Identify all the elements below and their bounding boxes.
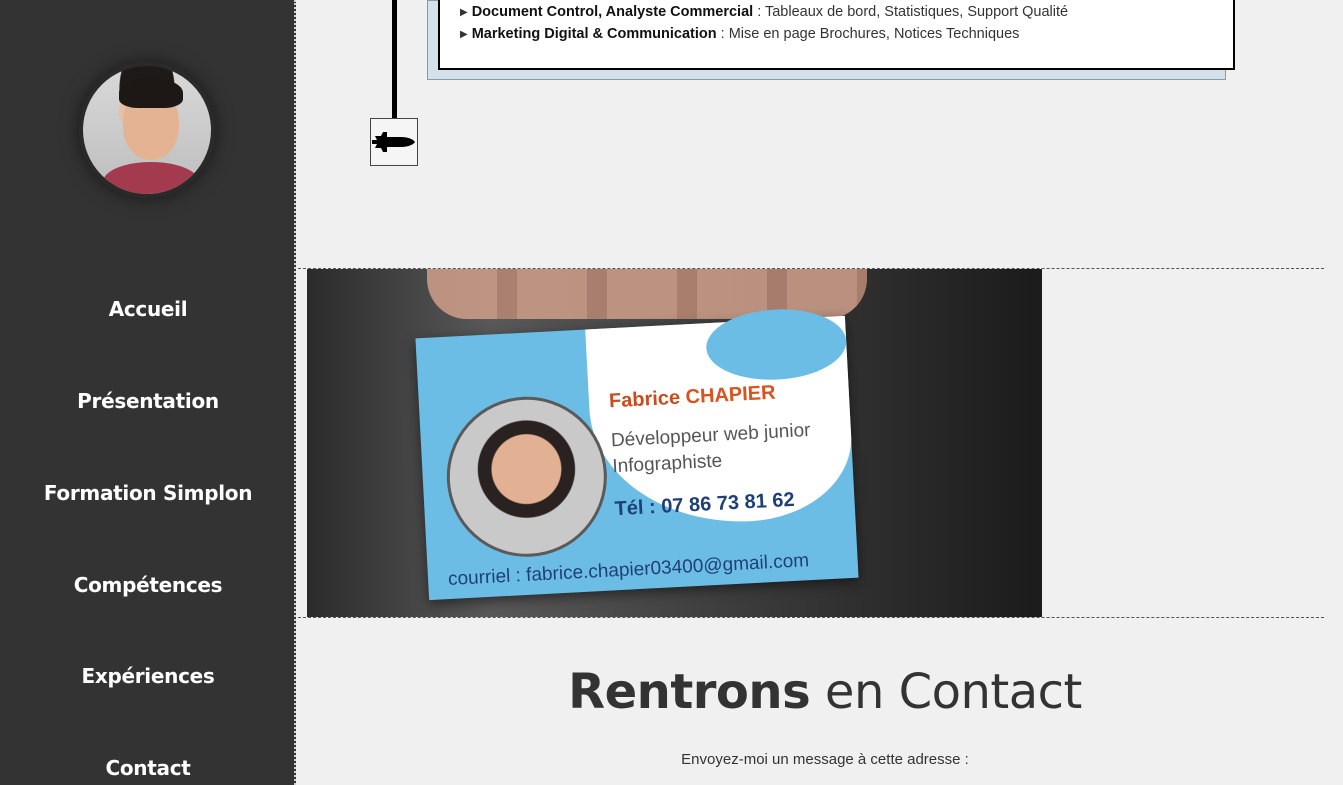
experience-detail: : Mise en page Brochures, Notices Techni… [716, 26, 1020, 42]
bullet-triangle-icon: ▶ [460, 7, 468, 18]
nav-item-experiences[interactable]: Expériences [0, 664, 296, 688]
card-role: Développeur web junior Infographiste [610, 418, 812, 480]
card-email: courriel : fabrice.chapier03400@gmail.co… [447, 550, 810, 591]
sidebar: Accueil Présentation Formation Simplon C… [0, 0, 296, 785]
nav-item-competences[interactable]: Compétences [0, 573, 296, 597]
business-card-banner: Fabrice CHAPIER Développeur web junior I… [307, 269, 1042, 617]
nav-item-presentation[interactable]: Présentation [0, 389, 296, 413]
card-photo [442, 392, 611, 561]
timeline-line [392, 0, 397, 120]
contact-title-bold: Rentrons [568, 664, 811, 720]
bullet-triangle-icon: ▶ [460, 29, 468, 40]
profile-avatar [79, 62, 215, 198]
card-last-name: CHAPIER [685, 381, 777, 409]
contact-text: Envoyez-moi un message à cette adresse : [681, 751, 969, 768]
avatar-hair [119, 78, 183, 108]
rocket-icon [370, 118, 418, 166]
contact-title-rest: en Contact [810, 664, 1082, 720]
card-first-name: Fabrice [608, 386, 687, 413]
nav-item-formation[interactable]: Formation Simplon [0, 481, 296, 505]
divider-bottom [298, 617, 1324, 618]
avatar-shirt [103, 162, 199, 194]
experience-card: ▶ Document Control, Analyste Commercial :… [438, 0, 1235, 70]
business-card: Fabrice CHAPIER Développeur web junior I… [415, 305, 859, 601]
nav-item-accueil[interactable]: Accueil [0, 297, 296, 321]
nav-item-contact[interactable]: Contact [0, 756, 296, 780]
experience-title: Marketing Digital & Communication [471, 26, 717, 42]
experience-line: ▶ Document Control, Analyste Commercial :… [460, 2, 1233, 24]
experience-title: Document Control, Analyste Commercial [471, 4, 754, 20]
contact-title: Rentrons en Contact [298, 664, 1343, 720]
experience-detail: : Tableaux de bord, Statistiques, Suppor… [753, 4, 1069, 20]
experience-line: ▶ Marketing Digital & Communication : Mis… [460, 24, 1233, 46]
